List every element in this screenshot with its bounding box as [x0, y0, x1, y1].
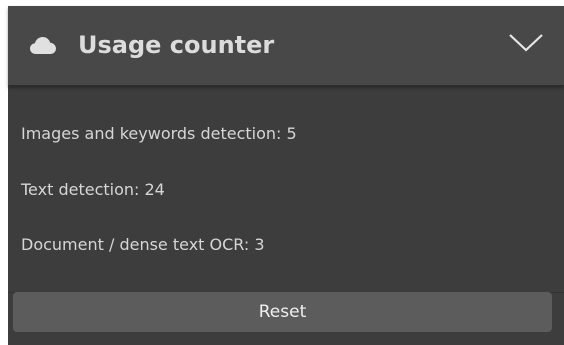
- counter-images-keywords: Images and keywords detection: 5: [21, 124, 297, 143]
- reset-button[interactable]: Reset: [13, 292, 552, 332]
- panel-title: Usage counter: [78, 31, 275, 59]
- panel-header[interactable]: Usage counter: [8, 6, 564, 86]
- cloud-icon: [30, 37, 56, 54]
- chevron-down-icon[interactable]: [508, 32, 544, 54]
- counter-document-ocr: Document / dense text OCR: 3: [21, 235, 265, 254]
- counter-text-detection: Text detection: 24: [21, 180, 165, 199]
